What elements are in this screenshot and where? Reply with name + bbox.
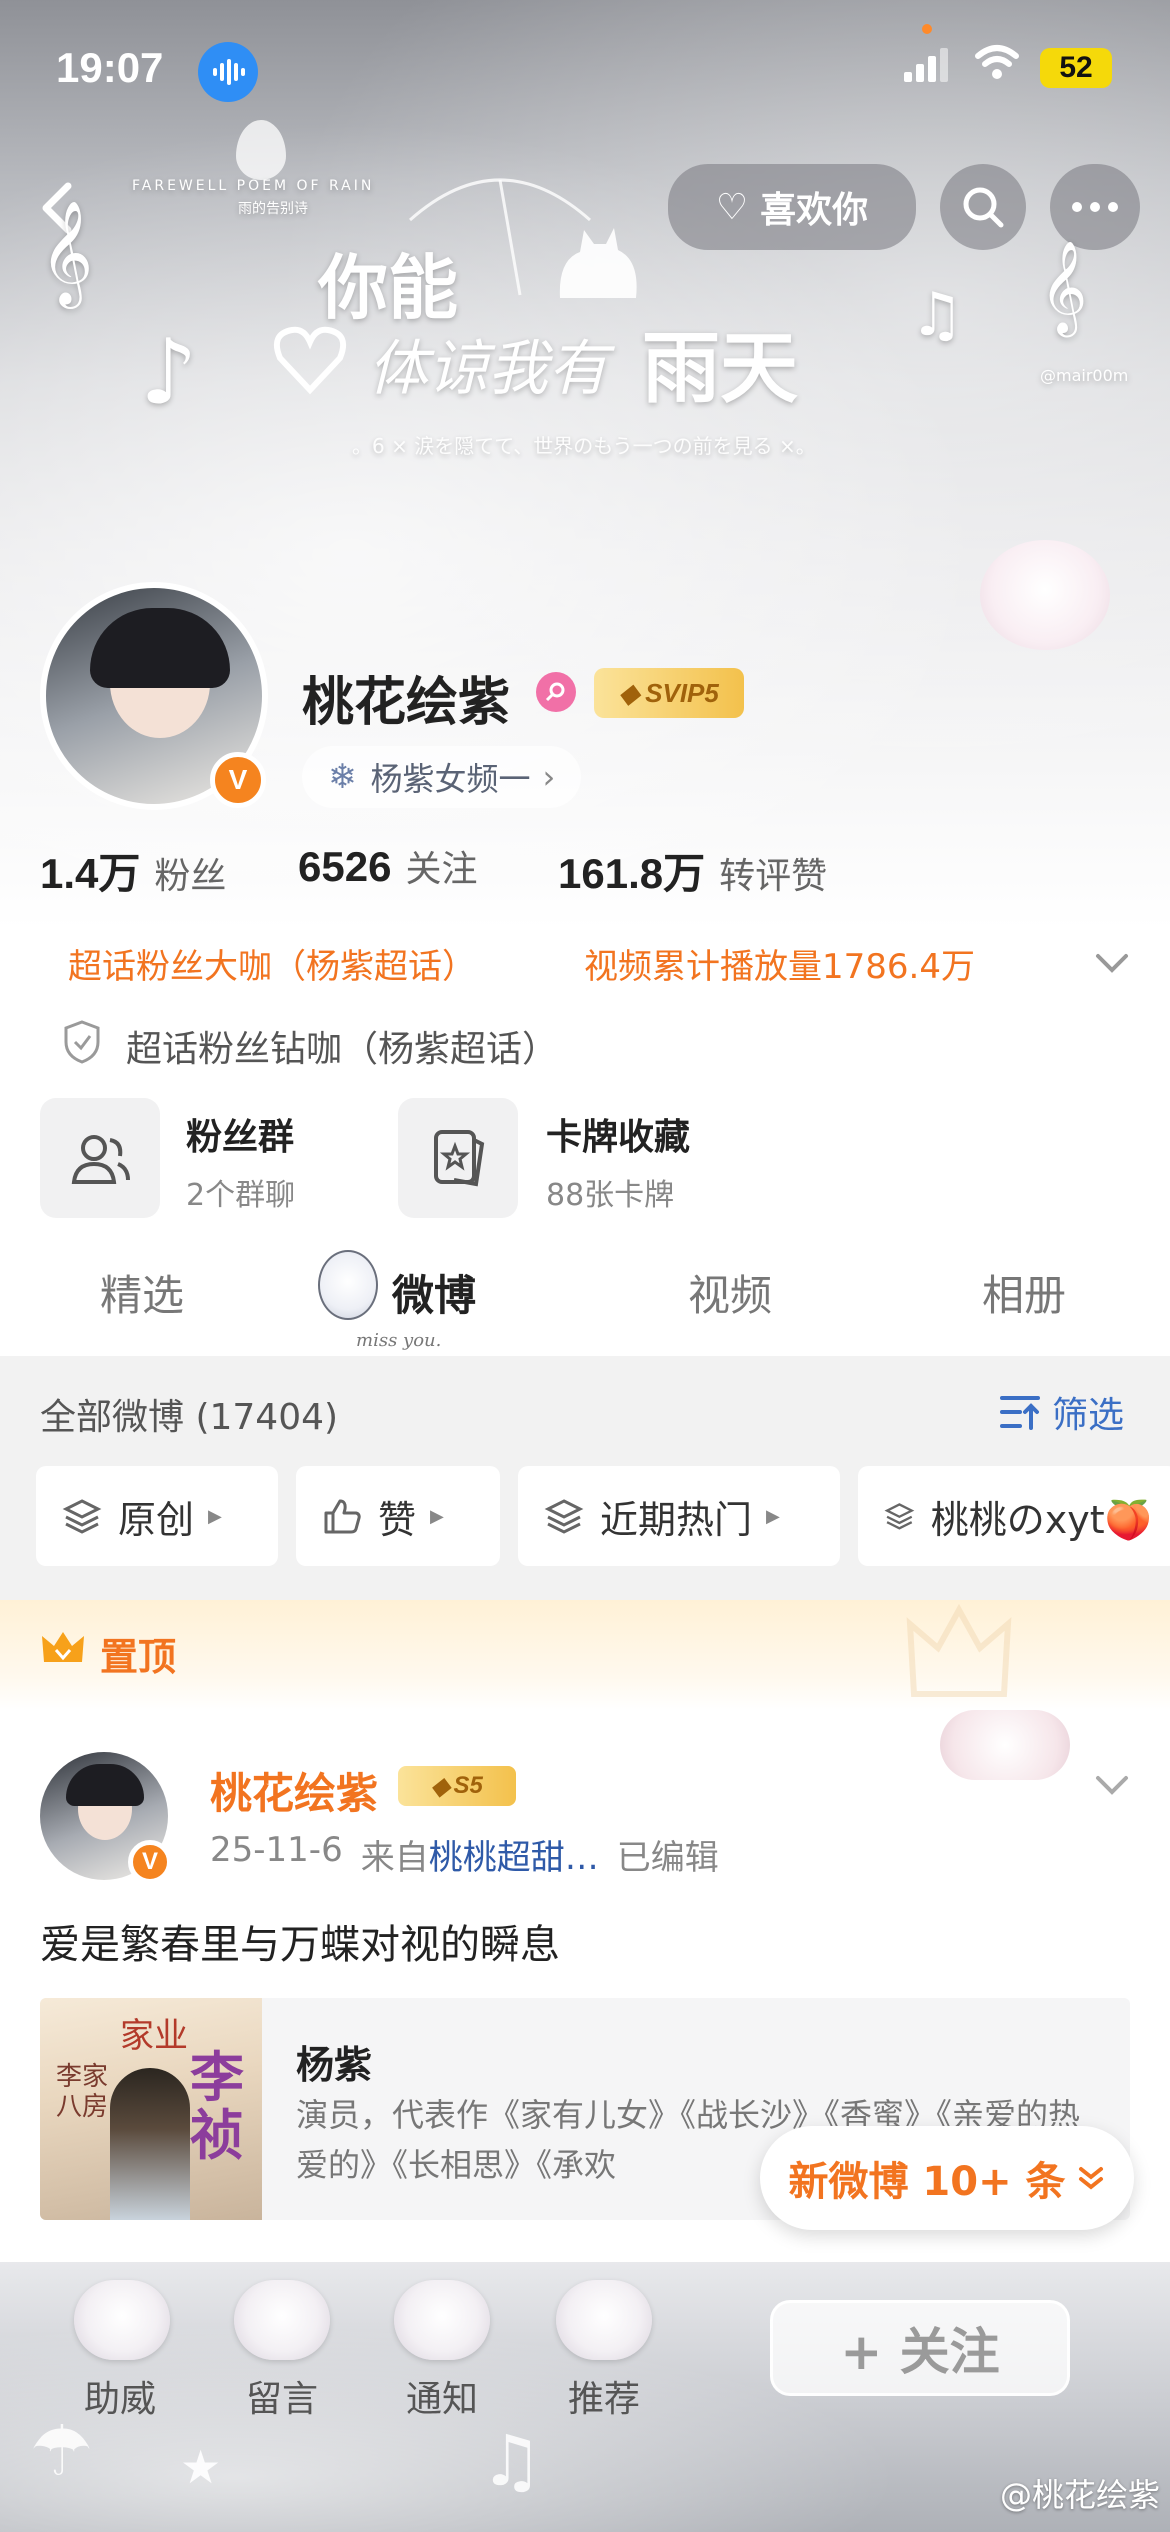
layers-icon xyxy=(62,1499,102,1534)
banner-title-line1: 你能 xyxy=(318,247,458,329)
all-posts-count: 全部微博 (17404) xyxy=(40,1397,339,1438)
pinned-label: 置顶 xyxy=(100,1635,177,1679)
profile-name: 桃花绘紫 xyxy=(302,673,511,733)
stat-following[interactable]: 6526 关注 xyxy=(298,840,477,892)
tab-featured[interactable]: 精选 xyxy=(100,1262,184,1323)
bottom-watermark: @桃花绘紫 xyxy=(1000,2476,1161,2514)
cheer-cloud-icon[interactable] xyxy=(74,2280,170,2360)
banner-brand: FAREWELL POEM OF RAIN xyxy=(132,178,375,194)
bottom-message-label[interactable]: 留言 xyxy=(212,2370,352,2422)
bottom-recommend-label[interactable]: 推荐 xyxy=(534,2370,674,2422)
chip-recent-hot[interactable]: 近期热门 ▶ xyxy=(518,1466,840,1566)
chip-liked[interactable]: 赞 ▶ xyxy=(296,1466,500,1566)
card-collection-title: 卡牌收藏 xyxy=(546,1117,691,1158)
crown-icon xyxy=(40,1628,86,1668)
banner-brand-cn: 雨的告别诗 xyxy=(238,201,308,217)
chip-custom-group[interactable]: 桃桃のxyt🍑 xyxy=(858,1466,1170,1566)
battery-indicator: 52 xyxy=(1040,48,1112,88)
tab-album[interactable]: 相册 xyxy=(982,1262,1066,1323)
heart-outline-icon xyxy=(270,320,350,400)
post-meta: 25-11-6 来自桃桃超甜… 已编辑 xyxy=(210,1830,719,1879)
star-deco-icon: ★ xyxy=(180,2440,222,2494)
umbrella-deco-icon: ☂ xyxy=(30,2410,93,2492)
post-text: 爱是繁春里与万蝶对视的瞬息 xyxy=(40,1922,560,1968)
layers-icon xyxy=(884,1503,915,1530)
card-collection-sub: 88张卡牌 xyxy=(546,1178,675,1213)
snowflake-icon: ❄ xyxy=(328,757,357,797)
chip-original[interactable]: 原创 ▶ xyxy=(36,1466,278,1566)
shield-icon xyxy=(62,1020,102,1064)
diamond-icon: ◆ xyxy=(431,1772,450,1800)
ghost-sticker-icon xyxy=(318,1250,378,1320)
diamond-fan-honor: 超话粉丝钻咖（杨紫超话） xyxy=(126,1029,559,1070)
voice-activity-icon xyxy=(198,42,258,102)
post-author-name[interactable]: 桃花绘紫 xyxy=(210,1760,378,1821)
message-bear-icon[interactable] xyxy=(234,2280,330,2360)
post-date: 25-11-6 xyxy=(210,1830,343,1870)
tab-weibo[interactable]: 微博 xyxy=(392,1262,476,1323)
stat-interactions[interactable]: 161.8万 转评赞 xyxy=(558,840,827,901)
tab-video[interactable]: 视频 xyxy=(688,1262,772,1323)
new-posts-button[interactable]: 新微博 10+ 条 xyxy=(760,2126,1134,2230)
heart-hand-icon: ♡ xyxy=(715,186,749,228)
post-menu-chevron-icon[interactable] xyxy=(1090,1762,1134,1806)
expand-chevron-icon[interactable] xyxy=(1090,940,1134,984)
banner-subtitle: 。6 × 涙を隠てて、世界のもう一つの前を見る ×。 xyxy=(352,434,816,458)
fan-group-sub: 2个群聊 xyxy=(186,1178,296,1213)
card-collection-feature[interactable] xyxy=(398,1098,518,1218)
search-icon xyxy=(963,187,1004,228)
fan-group-feature[interactable] xyxy=(40,1098,160,1218)
card-figure xyxy=(110,2068,190,2220)
female-gender-icon xyxy=(536,672,576,712)
tab-decoration-text: miss you. xyxy=(356,1330,442,1351)
double-chevron-down-icon xyxy=(1078,2167,1103,2190)
wifi-icon xyxy=(974,44,1020,84)
post-verified-badge: V xyxy=(128,1840,172,1884)
chevron-right-icon: › xyxy=(542,758,556,796)
recommend-paw-icon[interactable] xyxy=(556,2280,652,2360)
music-note-deco-icon: ♫ xyxy=(480,2420,543,2502)
verified-badge: V xyxy=(210,752,266,808)
filter-sort-icon xyxy=(1000,1396,1040,1430)
card-title: 杨紫 xyxy=(296,2043,373,2087)
treble-clef-right-icon: 𝄞 xyxy=(1040,240,1088,333)
post-level-badge[interactable]: ◆ S5 xyxy=(398,1766,516,1806)
search-button[interactable] xyxy=(940,164,1026,250)
honor-video-plays[interactable]: 视频累计播放量1786.4万 xyxy=(556,932,1003,994)
more-dots-icon xyxy=(1072,202,1118,212)
filter-button[interactable]: 筛选 xyxy=(998,1386,1124,1438)
banner-title-line2a: 体谅我有 xyxy=(368,334,608,404)
signal-icon xyxy=(904,48,948,86)
card-star-icon xyxy=(434,1130,485,1187)
stat-followers[interactable]: 1.4万 粉丝 xyxy=(40,840,226,901)
notify-bear-umbrella-icon[interactable] xyxy=(394,2280,490,2360)
follow-button[interactable]: + 关注 xyxy=(770,2300,1070,2396)
crown-watermark-icon xyxy=(904,1603,1014,1704)
honor-superfan[interactable]: 超话粉丝大咖（杨紫超话） xyxy=(40,932,504,994)
banner-title-line2b: 雨天 xyxy=(642,324,799,414)
status-time: 19:07 xyxy=(56,44,164,91)
bottom-notify-label[interactable]: 通知 xyxy=(372,2370,512,2422)
svip-badge[interactable]: ◆ SVIP5 xyxy=(594,668,744,718)
more-button[interactable] xyxy=(1050,164,1140,250)
treble-clef-icon: 𝄞 xyxy=(40,200,94,305)
card-thumbnail: 家业 李祯 李家八房 xyxy=(40,1998,262,2220)
fan-group-title: 粉丝群 xyxy=(186,1117,295,1158)
privacy-dot-icon xyxy=(922,24,932,34)
like-you-button[interactable]: ♡ 喜欢你 xyxy=(668,164,916,250)
post-edited: 已编辑 xyxy=(616,1838,719,1878)
layers-icon xyxy=(544,1499,584,1534)
diamond-icon: ◆ xyxy=(619,677,640,708)
group-people-icon xyxy=(71,1135,130,1184)
bear-sticker-icon xyxy=(980,540,1110,650)
music-note-icon: ♪ xyxy=(140,320,198,425)
music-note-right-icon: ♫ xyxy=(910,280,964,350)
thumbs-up-icon xyxy=(324,1499,361,1534)
bear-laptop-sticker-icon xyxy=(940,1710,1070,1780)
post-source[interactable]: 来自桃桃超甜… xyxy=(361,1830,599,1879)
banner-watermark: @mair00m xyxy=(1040,366,1129,385)
fan-group-tag[interactable]: ❄ 杨紫女频一 › xyxy=(302,746,582,808)
